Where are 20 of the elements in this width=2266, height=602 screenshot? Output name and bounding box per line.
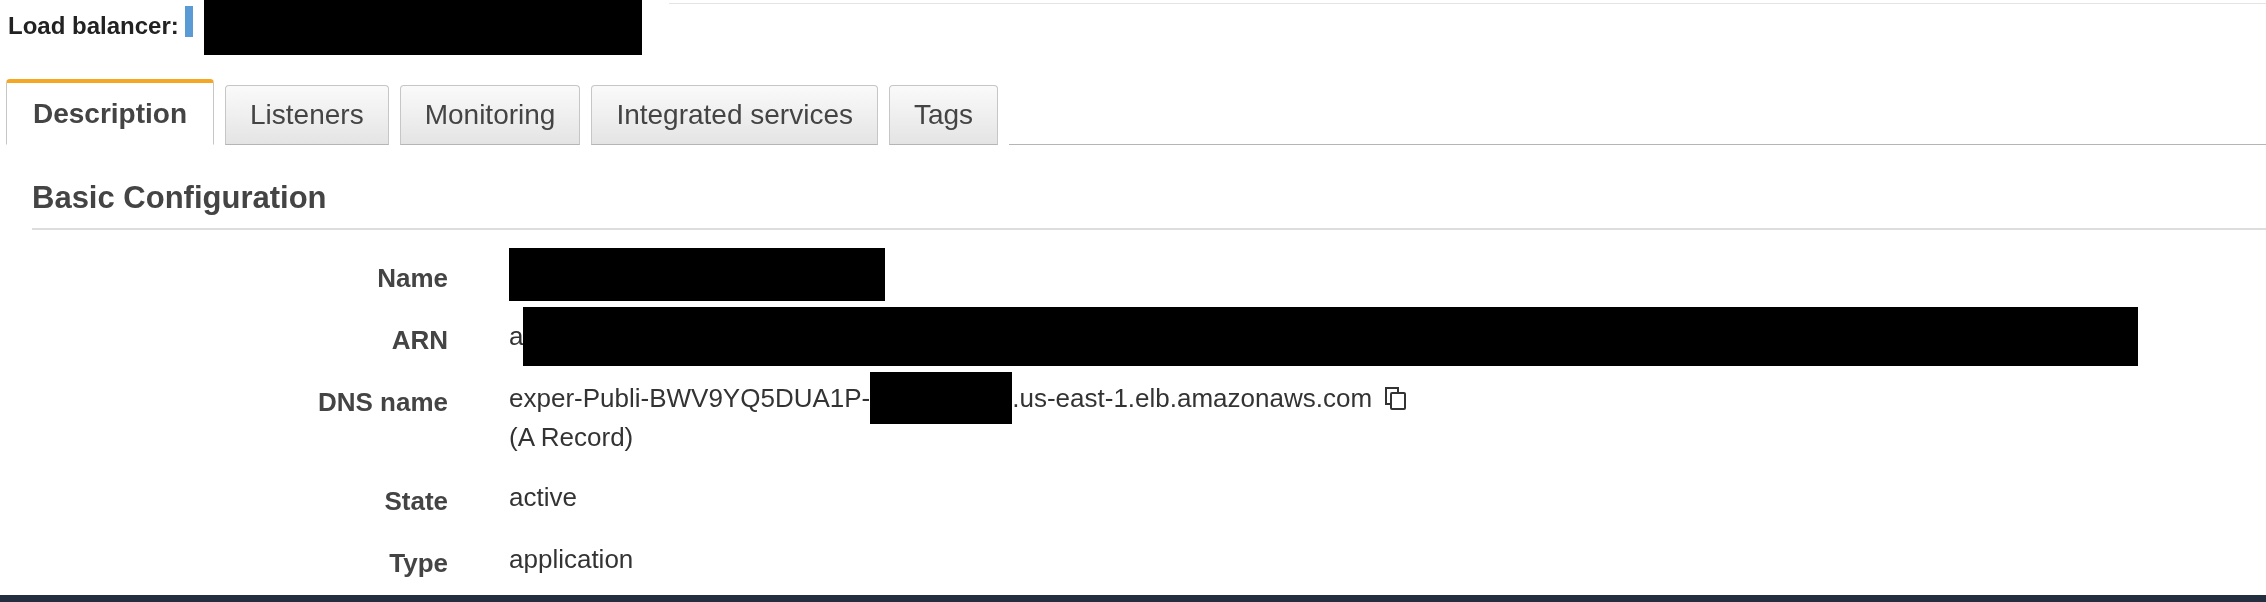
text-cursor (184, 6, 193, 37)
tab[interactable]: Tags (888, 85, 999, 145)
field-value: .us-east-1.elb.amazonaws.com (1012, 382, 1373, 414)
copy-icon[interactable] (1382, 385, 1409, 411)
field-label: Name (376, 262, 448, 295)
field-label: State (383, 485, 448, 518)
field-value: exper-Publi-BWV9YQ5DUA1P- (509, 382, 871, 414)
field-label: ARN (390, 324, 448, 357)
tab[interactable]: Description (6, 79, 215, 145)
tab[interactable]: Monitoring (399, 85, 581, 145)
field-value: application (509, 543, 634, 575)
section-title: Basic Configuration (32, 180, 2266, 230)
field-value: a (509, 320, 524, 352)
field-label: DNS name (316, 386, 448, 419)
field-label: Type (388, 547, 448, 580)
tab[interactable]: Listeners (225, 85, 389, 145)
record-type-note: (A Record) (509, 422, 635, 453)
field-value: active (509, 481, 577, 513)
load-balancer-label: Load balancer: (8, 12, 179, 40)
tab[interactable]: Integrated services (591, 85, 878, 145)
